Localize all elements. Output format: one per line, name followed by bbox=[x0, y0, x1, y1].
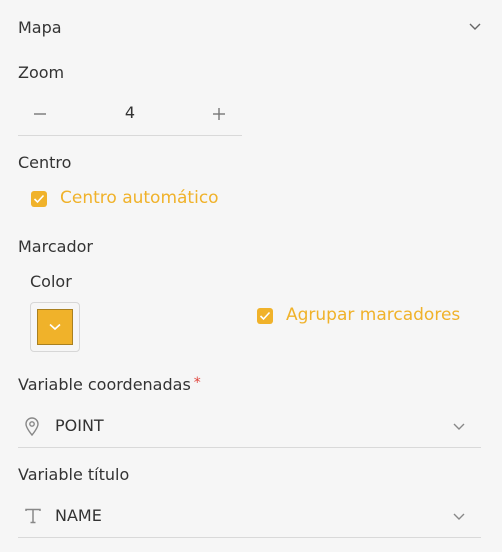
required-asterisk: * bbox=[193, 375, 201, 391]
coordenadas-select-underline bbox=[18, 447, 481, 448]
zoom-value[interactable]: 4 bbox=[110, 103, 150, 122]
zoom-label: Zoom bbox=[18, 63, 65, 82]
coordenadas-select-value[interactable]: POINT bbox=[55, 416, 104, 435]
color-label: Color bbox=[30, 272, 72, 291]
variable-titulo-label: Variable título bbox=[18, 465, 130, 484]
agrupar-marcadores-checkbox[interactable] bbox=[257, 308, 273, 324]
variable-coordenadas-label: Variable coordenadas * bbox=[18, 375, 201, 394]
location-pin-icon bbox=[24, 417, 40, 437]
checkmark-icon bbox=[33, 194, 45, 204]
color-swatch[interactable] bbox=[37, 309, 73, 345]
zoom-stepper-underline bbox=[18, 135, 242, 136]
centro-automatico-label[interactable]: Centro automático bbox=[60, 188, 219, 208]
plus-icon[interactable] bbox=[211, 106, 227, 122]
text-type-icon bbox=[24, 508, 42, 524]
centro-label: Centro bbox=[18, 153, 72, 172]
color-picker[interactable] bbox=[30, 302, 80, 352]
titulo-select-underline bbox=[18, 537, 481, 538]
checkmark-icon bbox=[259, 311, 271, 321]
minus-icon[interactable] bbox=[32, 106, 48, 122]
agrupar-marcadores-label[interactable]: Agrupar marcadores bbox=[286, 305, 460, 325]
titulo-select-value[interactable]: NAME bbox=[55, 506, 102, 525]
chevron-down-icon[interactable] bbox=[453, 423, 465, 433]
chevron-down-icon[interactable] bbox=[453, 513, 465, 523]
centro-automatico-checkbox[interactable] bbox=[31, 191, 47, 207]
panel-title: Mapa bbox=[18, 18, 62, 37]
chevron-down-icon bbox=[49, 323, 61, 331]
chevron-down-icon[interactable] bbox=[469, 23, 481, 33]
marcador-label: Marcador bbox=[18, 237, 93, 256]
